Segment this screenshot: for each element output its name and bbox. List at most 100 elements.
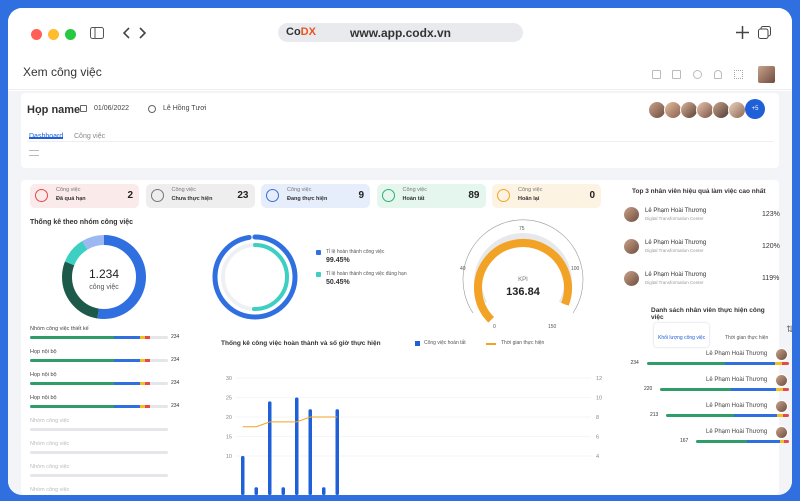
apps-grid-icon[interactable] — [734, 70, 743, 79]
staff-count: 220 — [644, 386, 653, 392]
calendar-icon[interactable] — [652, 70, 661, 79]
bar-completed — [308, 409, 312, 495]
top-employee-avatar[interactable] — [623, 206, 640, 223]
bar-seg-red — [782, 388, 789, 391]
rate-label: Tỉ lệ hoàn thành công việc — [326, 249, 385, 255]
close-window-button[interactable] — [31, 29, 42, 40]
address-bar[interactable]: CoDX www.app.codx.vn — [278, 23, 523, 42]
top-employee-name: Lê Phạm Hoài Thương — [645, 208, 707, 214]
browser-titlebar: CoDX www.app.codx.vn — [8, 8, 792, 56]
donut-center-label: công việc — [89, 284, 119, 291]
y-right-tick: 10 — [596, 396, 602, 402]
user-avatar[interactable] — [757, 65, 776, 84]
sidebar-toggle-icon[interactable] — [90, 27, 104, 39]
group-item-count: 234 — [171, 380, 180, 386]
stat-clock-icon — [381, 189, 395, 202]
staff-count: 234 — [630, 360, 639, 366]
forward-icon[interactable] — [138, 27, 146, 39]
tabs-overview-icon[interactable] — [758, 26, 771, 39]
filter-icon[interactable] — [29, 150, 39, 156]
bell-icon[interactable] — [714, 70, 722, 79]
stat-card[interactable]: Công việc Hoãn lại 0 — [492, 184, 601, 208]
group-item-count: 234 — [171, 403, 180, 409]
legend-swatch-hours — [486, 343, 496, 345]
staff-tab-time[interactable]: Thời gian thực hiện — [721, 323, 772, 347]
staff-tab-workload-label: Khối lượng công việc — [658, 335, 706, 341]
bar-completed — [335, 409, 339, 495]
tab-cong-viec[interactable]: Công việc — [74, 125, 105, 140]
stat-card[interactable]: Công việc Chưa thực hiện 23 — [145, 184, 255, 208]
staff-avatar[interactable] — [775, 426, 788, 439]
meeting-date: 01/06/2022 — [94, 105, 130, 112]
meeting-name: Họp name — [27, 104, 81, 116]
back-icon[interactable] — [123, 27, 131, 39]
kpi-tick-75: 75 — [519, 226, 525, 232]
page-title: Xem công việc — [23, 65, 102, 79]
bar-completed — [295, 397, 299, 495]
staff-title: Danh sách nhân viên thực hiện công việc — [651, 307, 765, 321]
group-item-bar — [30, 474, 168, 477]
staff-name: Lê Phạm Hoài Thương — [706, 429, 768, 435]
rate-value: 99.45% — [326, 257, 350, 264]
group-item-label: Nhóm công việc thiết kế — [30, 326, 89, 332]
group-item-bar — [30, 451, 168, 454]
bar-seg-green — [30, 405, 115, 408]
staff-avatar[interactable] — [775, 348, 788, 361]
kpi-label: KPI — [518, 277, 528, 283]
bar-seg-red — [145, 405, 151, 408]
kpi-gauge: 0 40 75 100 150 KPI 136.84 — [460, 219, 584, 330]
bar-completed — [268, 401, 272, 495]
bar-seg-green — [30, 382, 115, 385]
stat-card[interactable]: Công việc Đang thực hiện 9 — [261, 184, 370, 208]
maximize-window-button[interactable] — [65, 29, 76, 40]
tab-dashboard[interactable]: Dashboard — [29, 125, 64, 140]
bar-seg-blue — [114, 359, 141, 362]
top-employee-dept: Digital Transformation Center — [645, 280, 704, 285]
bar-chart-title: Thống kê công việc hoàn thành và số giờ … — [221, 340, 381, 347]
stat-label-top: Công việc — [56, 187, 81, 193]
stat-value: 23 — [237, 190, 249, 201]
staff-tab-workload[interactable]: Khối lượng công việc — [654, 323, 710, 347]
top-employee-avatar[interactable] — [623, 238, 640, 255]
group-item-label: Nhóm công việc — [30, 418, 70, 424]
staff-bar — [696, 440, 789, 443]
chat-icon[interactable] — [693, 70, 702, 79]
bar-seg-blue — [114, 382, 141, 385]
stat-label-top: Công việc — [402, 187, 427, 193]
top-employee-avatar[interactable] — [623, 270, 640, 287]
group-item-bar — [30, 359, 168, 362]
minimize-window-button[interactable] — [48, 29, 59, 40]
stat-clock-icon — [150, 189, 164, 202]
ontime-label: Tỉ lệ hoàn thành công việc đúng hạn — [326, 271, 407, 277]
top-employee-score: 120% — [762, 243, 780, 250]
bar-completed — [254, 487, 258, 495]
staff-bar — [666, 414, 789, 417]
staff-count: 213 — [650, 412, 659, 418]
y-right-tick: 6 — [596, 435, 599, 441]
staff-avatar[interactable] — [775, 400, 788, 413]
staff-name: Lê Phạm Hoài Thương — [706, 377, 768, 383]
kpi-tick-0: 0 — [493, 324, 496, 330]
stat-label: Đã quá hạn — [56, 196, 86, 202]
top-employee-score: 119% — [762, 275, 780, 282]
sort-icon[interactable]: ⇅ — [786, 324, 792, 335]
group-item-label: Họp nội bộ — [30, 372, 57, 378]
rate-legend-swatch — [316, 250, 321, 255]
group-item-bar — [30, 382, 168, 385]
group-chart-title: Thống kê theo nhóm công việc — [30, 219, 134, 226]
staff-count: 167 — [680, 438, 689, 444]
stat-card[interactable]: Công việc Hoàn tất 89 — [376, 184, 486, 208]
staff-bar — [660, 388, 789, 391]
staff-name: Lê Phạm Hoài Thương — [706, 351, 768, 357]
bar-completed — [322, 487, 326, 495]
new-tab-icon[interactable] — [736, 26, 749, 39]
staff-bar — [646, 362, 789, 365]
stat-card[interactable]: Công việc Đã quá hạn 2 — [30, 184, 139, 208]
bar-seg-green — [30, 336, 115, 339]
more-members-badge[interactable]: +5 — [745, 99, 765, 119]
bar-seg-green — [666, 414, 734, 417]
staff-avatar[interactable] — [775, 374, 788, 387]
stat-label: Chưa thực hiện — [171, 196, 213, 202]
image-icon[interactable] — [672, 70, 681, 79]
bar-completed — [241, 456, 245, 495]
